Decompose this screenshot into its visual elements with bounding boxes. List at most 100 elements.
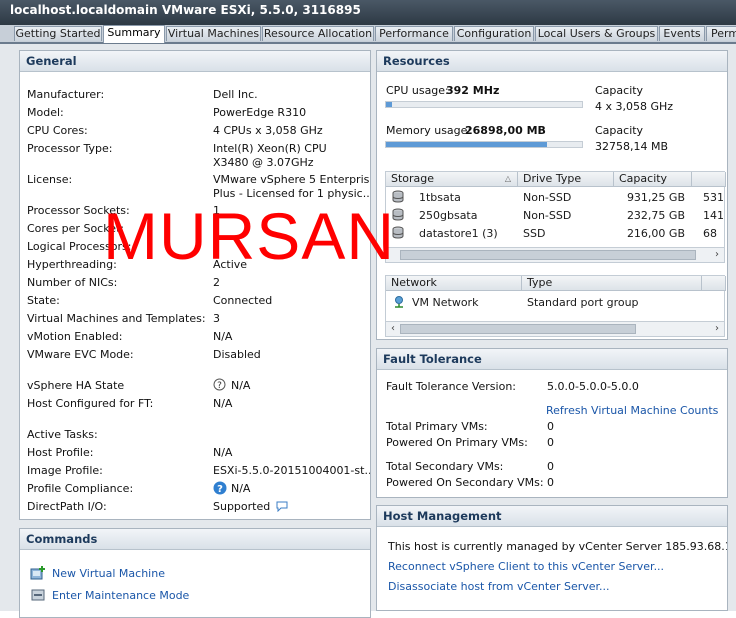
- tab-virtual-machines[interactable]: Virtual Machines: [166, 26, 261, 41]
- tab-strip: Getting Started Summary Virtual Machines…: [0, 25, 736, 44]
- general-row-value: 3: [213, 312, 220, 325]
- storage-column-header[interactable]: Storage △: [386, 172, 518, 187]
- storage-table: Storage △ Drive Type Capacity 1tbsata Non-…: [385, 171, 726, 263]
- general-row-label: Model:: [27, 106, 64, 119]
- cpu-capacity-value: 4 x 3,058 GHz: [595, 100, 674, 113]
- powered-on-primary-label: Powered On Primary VMs:: [386, 436, 528, 449]
- network-type: Standard port group: [527, 296, 639, 309]
- datastore-free: 531: [703, 191, 724, 204]
- datastore-capacity: 931,25 GB: [626, 191, 685, 204]
- scroll-right-icon[interactable]: ›: [710, 322, 724, 336]
- capacity-column-header[interactable]: Capacity: [614, 172, 692, 187]
- general-row-label: VMware EVC Mode:: [27, 348, 134, 361]
- cpu-capacity-label: Capacity: [595, 84, 644, 97]
- tab-local-users-groups[interactable]: Local Users & Groups: [535, 26, 658, 41]
- memory-capacity-value: 32758,14 MB: [595, 140, 669, 153]
- powered-on-secondary-value: 0: [547, 476, 554, 489]
- total-primary-vms-value: 0: [547, 420, 554, 433]
- network-icon: [392, 295, 406, 312]
- network-table: Network Type VM Network Standard port gr…: [385, 275, 726, 337]
- total-primary-vms-label: Total Primary VMs:: [386, 420, 488, 433]
- new-virtual-machine-link[interactable]: New Virtual Machine: [52, 567, 165, 580]
- fault-tolerance-header: Fault Tolerance: [377, 349, 727, 370]
- general-row-value: N/A: [213, 446, 233, 459]
- resources-header: Resources: [377, 51, 727, 72]
- enter-maintenance-mode-link[interactable]: Enter Maintenance Mode: [52, 589, 189, 602]
- host-management-panel: Host Management This host is currently m…: [376, 505, 728, 611]
- general-row-label: Processor Type:: [27, 142, 113, 155]
- datastore-drive-type: SSD: [523, 227, 546, 240]
- general-row-value: PowerEdge R310: [213, 106, 307, 119]
- drive-type-column-header[interactable]: Drive Type: [518, 172, 614, 187]
- network-scroll-thumb[interactable]: [400, 324, 636, 334]
- summary-content: General Manufacturer: Dell Inc. Model: Powe…: [0, 44, 736, 618]
- network-extra-header[interactable]: [702, 276, 726, 291]
- datastore-name[interactable]: 1tbsata: [419, 191, 461, 204]
- storage-hscrollbar[interactable]: ›: [386, 247, 724, 262]
- general-row-label: vSphere HA State: [27, 379, 125, 392]
- memory-usage-label: Memory usage:: [386, 124, 472, 137]
- general-row-label: Number of NICs:: [27, 276, 118, 289]
- general-row-value: 2: [213, 276, 220, 289]
- ft-version-label: Fault Tolerance Version:: [386, 380, 517, 393]
- general-panel: General Manufacturer: Dell Inc. Model: Powe…: [19, 50, 371, 520]
- tab-getting-started[interactable]: Getting Started: [14, 26, 102, 41]
- datastore-name[interactable]: 250gbsata: [419, 209, 478, 222]
- datastore-drive-type: Non-SSD: [523, 191, 572, 204]
- reconnect-vsphere-link[interactable]: Reconnect vSphere Client to this vCenter…: [388, 560, 664, 573]
- network-column-header[interactable]: Network: [386, 276, 522, 291]
- general-row-label: Image Profile:: [27, 464, 103, 477]
- tab-resource-allocation[interactable]: Resource Allocation: [262, 26, 374, 41]
- svg-text:?: ?: [217, 381, 222, 391]
- compliance-status-icon[interactable]: ?: [213, 481, 227, 498]
- tab-configuration[interactable]: Configuration: [454, 26, 534, 41]
- datastore-drive-type: Non-SSD: [523, 209, 572, 222]
- tab-permissions[interactable]: Permissions: [706, 26, 736, 41]
- refresh-vm-counts-link[interactable]: Refresh Virtual Machine Counts: [546, 404, 718, 417]
- host-management-header: Host Management: [377, 506, 727, 527]
- general-row-label: Profile Compliance:: [27, 482, 134, 495]
- resources-panel: Resources CPU usage: 392 MHz Capacity 4 …: [376, 50, 728, 340]
- general-row-label: Virtual Machines and Templates:: [27, 312, 206, 325]
- general-row-value: N/A: [231, 379, 251, 392]
- help-icon[interactable]: ?: [213, 378, 226, 394]
- datastore-name[interactable]: datastore1 (3): [419, 227, 498, 240]
- fault-tolerance-panel: Fault Tolerance Fault Tolerance Version:…: [376, 348, 728, 498]
- storage-scroll-thumb[interactable]: [400, 250, 696, 260]
- general-row-value: 4 CPUs x 3,058 GHz: [213, 124, 323, 137]
- datastore-capacity: 216,00 GB: [626, 227, 685, 240]
- general-row-label: vMotion Enabled:: [27, 330, 123, 343]
- new-vm-icon: [30, 565, 46, 584]
- type-column-header[interactable]: Type: [522, 276, 702, 291]
- network-name[interactable]: VM Network: [412, 296, 478, 309]
- general-row-label: State:: [27, 294, 60, 307]
- general-row-value: VMware vSphere 5 Enterprise: [213, 173, 371, 186]
- disassociate-host-link[interactable]: Disassociate host from vCenter Server...: [388, 580, 610, 593]
- tab-events[interactable]: Events: [659, 26, 705, 41]
- general-row-value: N/A: [213, 330, 233, 343]
- powered-on-primary-value: 0: [547, 436, 554, 449]
- general-row-value: Disabled: [213, 348, 261, 361]
- scroll-right-icon[interactable]: ›: [710, 248, 724, 262]
- host-managed-text: This host is currently managed by vCente…: [388, 540, 728, 553]
- scroll-left-icon[interactable]: ‹: [386, 322, 400, 336]
- network-hscrollbar[interactable]: ‹ ›: [386, 321, 724, 336]
- datastore-capacity: 232,75 GB: [626, 209, 685, 222]
- general-row-label: Host Profile:: [27, 446, 94, 459]
- commands-header: Commands: [20, 529, 370, 550]
- tab-summary[interactable]: Summary: [103, 25, 165, 43]
- general-row-label: CPU Cores:: [27, 124, 88, 137]
- general-row-value: Intel(R) Xeon(R) CPU: [213, 142, 327, 155]
- general-row-value: Supported: [213, 500, 271, 513]
- general-header: General: [20, 51, 370, 72]
- general-row-label: Active Tasks:: [27, 428, 98, 441]
- extra-column-header[interactable]: [692, 172, 726, 187]
- total-secondary-vms-value: 0: [547, 460, 554, 473]
- general-row-value: ESXi-5.5.0-20151004001-st...: [213, 464, 371, 477]
- cpu-usage-value: 392 MHz: [446, 84, 500, 97]
- general-row-value: Dell Inc.: [213, 88, 258, 101]
- maintenance-icon: [30, 587, 46, 606]
- comment-icon[interactable]: [276, 501, 288, 515]
- tab-performance[interactable]: Performance: [375, 26, 453, 41]
- svg-text:?: ?: [217, 484, 223, 495]
